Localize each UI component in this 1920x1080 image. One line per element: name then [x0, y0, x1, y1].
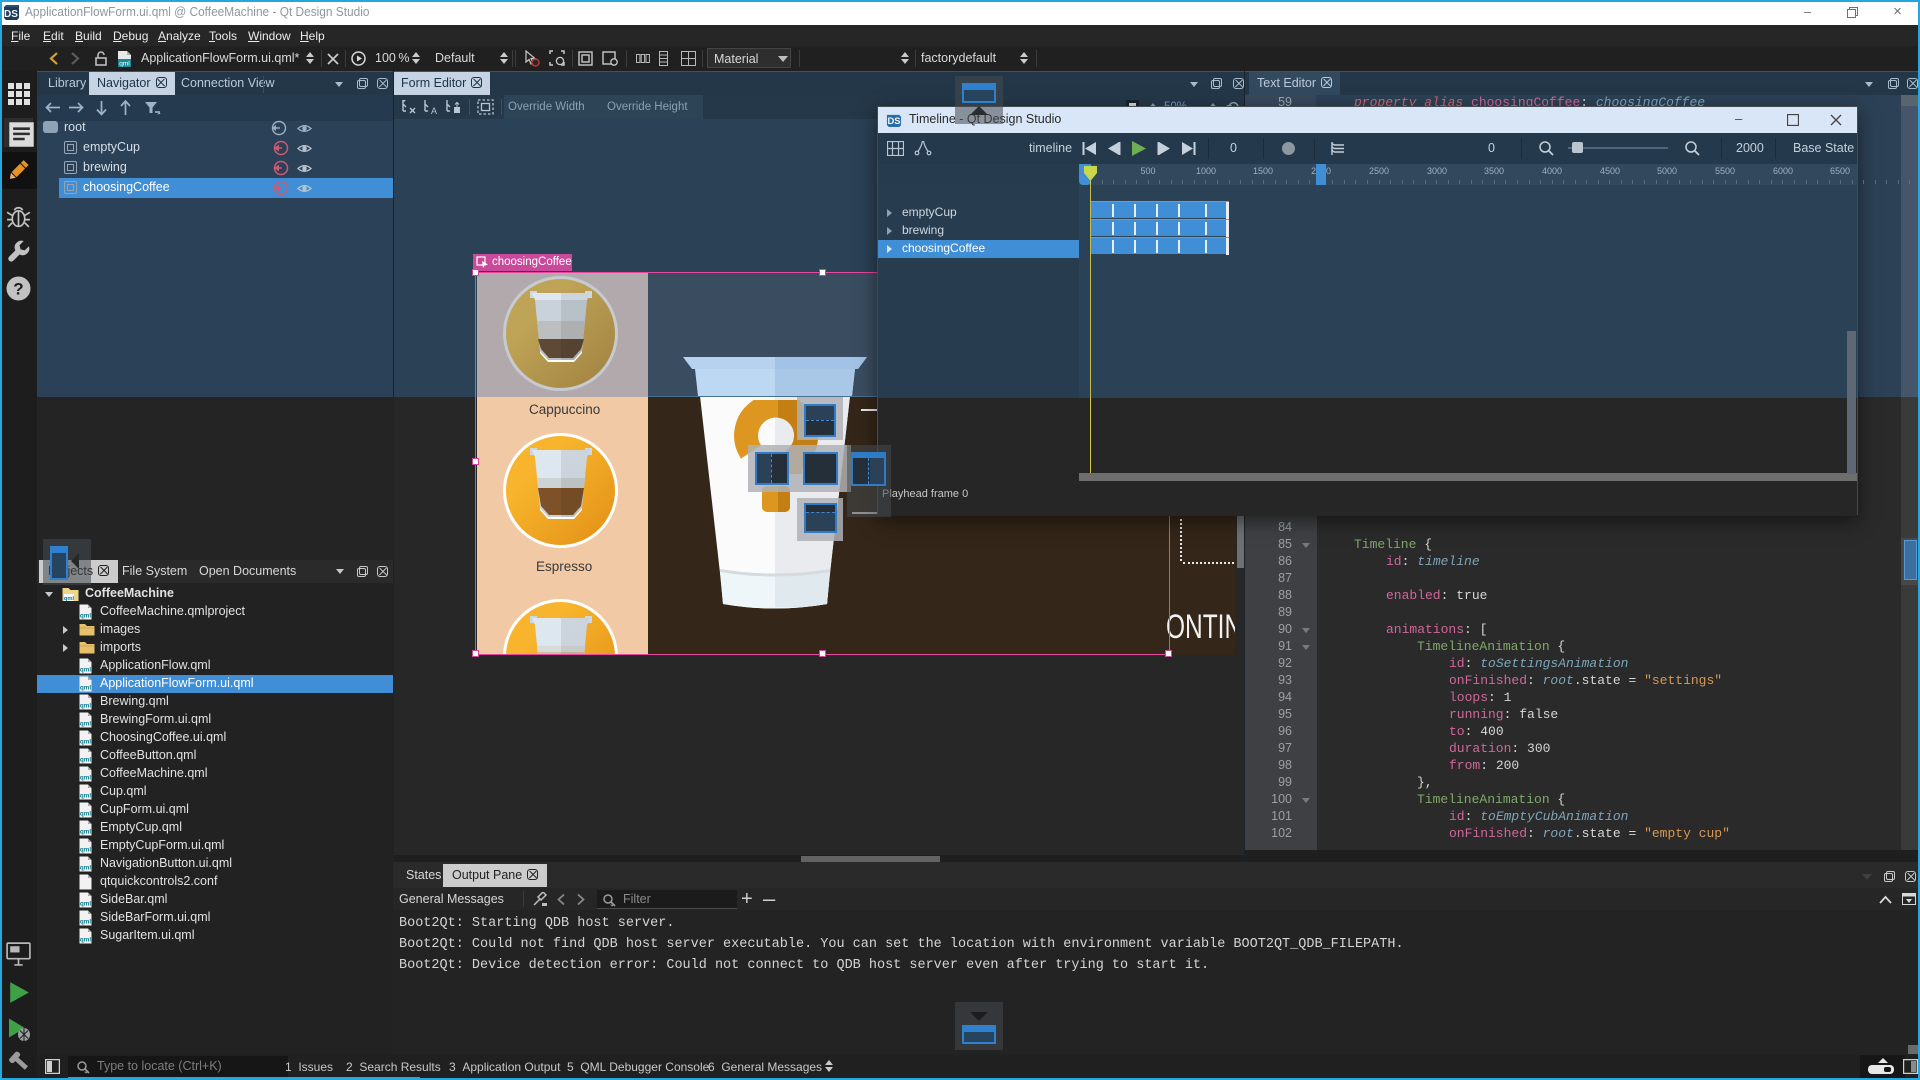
svg-text:qml: qml	[80, 685, 91, 692]
svg-text:DS: DS	[4, 9, 18, 20]
svg-text:qml: qml	[80, 865, 91, 872]
svg-text:qml: qml	[119, 61, 130, 68]
svg-text:qml: qml	[80, 775, 91, 782]
svg-text:qml: qml	[80, 667, 91, 674]
svg-text:qml: qml	[80, 739, 91, 746]
svg-text:DS: DS	[887, 115, 900, 126]
svg-text:qml: qml	[80, 829, 91, 836]
svg-text:qml: qml	[80, 703, 91, 710]
svg-text:qml: qml	[80, 721, 91, 728]
svg-text:qml: qml	[80, 793, 91, 800]
svg-text:qml: qml	[80, 937, 91, 944]
svg-text:qml: qml	[80, 757, 91, 764]
svg-text:qml: qml	[64, 596, 75, 602]
svg-text:qml: qml	[80, 919, 91, 926]
svg-text:qml: qml	[80, 613, 91, 620]
svg-text:qml: qml	[80, 811, 91, 818]
svg-text:A: A	[431, 106, 437, 115]
svg-text:qml: qml	[80, 901, 91, 908]
svg-text:qml: qml	[80, 847, 91, 854]
svg-text:?: ?	[13, 280, 23, 299]
